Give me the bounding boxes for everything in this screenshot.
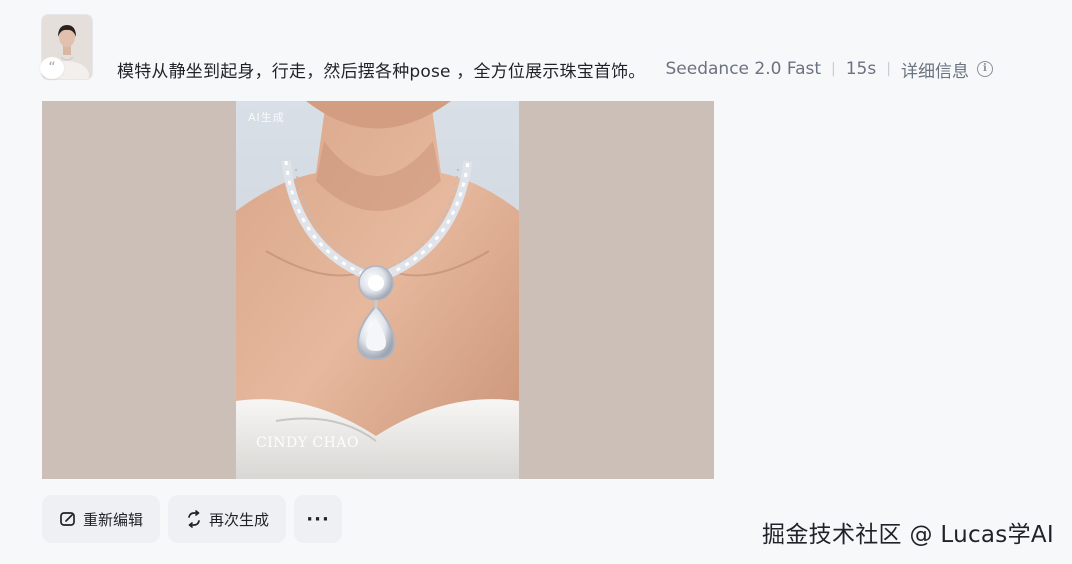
prompt-text: 模特从静坐到起身，行走，然后摆各种pose ，全方位展示珠宝首饰。	[117, 61, 646, 82]
ai-generated-label: AI生成	[248, 111, 285, 124]
generation-meta: Seedance 2.0 Fast | 15s | 详细信息 i	[666, 57, 993, 82]
meta-separator: |	[831, 61, 836, 77]
re-edit-label: 重新编辑	[83, 510, 144, 529]
model-name: Seedance 2.0 Fast	[665, 59, 822, 79]
re-edit-button[interactable]: 重新编辑	[42, 495, 161, 543]
necklace-image	[236, 101, 519, 479]
prompt-row: 模特从静坐到起身，行走，然后摆各种pose ，全方位展示珠宝首饰。 Seedan…	[117, 56, 993, 82]
regenerate-label: 再次生成	[209, 510, 270, 529]
generation-card: “ 模特从静坐到起身，行走，然后摆各种pose ，全方位展示珠宝首饰。 Seed…	[0, 0, 1072, 564]
quote-icon: “	[40, 57, 64, 79]
refresh-icon	[185, 510, 203, 528]
edit-icon	[59, 510, 77, 528]
duration-label: 15s	[845, 59, 877, 79]
more-button[interactable]: ···	[294, 495, 343, 543]
site-watermark: 掘金技术社区 @ Lucas学AI	[762, 522, 1054, 548]
video-frame: AI生成 CINDY CHAO	[236, 101, 519, 479]
brand-watermark: CINDY CHAO	[256, 435, 359, 451]
details-link[interactable]: 详细信息	[901, 57, 969, 82]
action-bar: 重新编辑 再次生成 ···	[42, 495, 343, 543]
regenerate-button[interactable]: 再次生成	[168, 495, 287, 543]
video-preview[interactable]: AI生成 CINDY CHAO	[42, 101, 714, 479]
meta-separator: |	[886, 61, 891, 77]
info-icon[interactable]: i	[976, 61, 993, 77]
